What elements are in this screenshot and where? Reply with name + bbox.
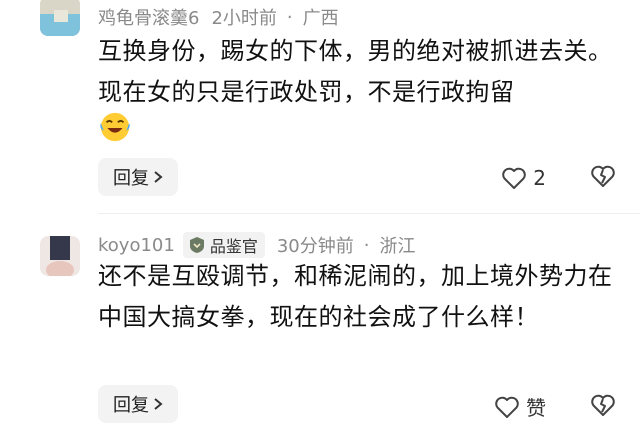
comment-text-content: 还不是互殴调节，和稀泥闹的，加上境外势力在中国大搞女拳，现在的社会成了什么样！ (98, 262, 613, 331)
comment-text: 还不是互殴调节，和稀泥闹的，加上境外势力在中国大搞女拳，现在的社会成了什么样！ (98, 256, 618, 338)
username[interactable]: 鸡龟骨滚羹6 (98, 4, 199, 30)
avatar[interactable] (40, 0, 80, 36)
badge-icon (189, 237, 204, 253)
like-button[interactable]: 赞 (494, 392, 546, 421)
avatar[interactable] (40, 236, 80, 276)
username[interactable]: koyo101 (98, 235, 175, 256)
reply-label: 回复 (113, 395, 149, 416)
reply-button[interactable]: 回复 (98, 385, 178, 423)
like-label: 赞 (526, 396, 546, 420)
comment-text-content: 互换身份，踢女的下体，男的绝对被抓进去关。现在女的只是行政处罚，不是行政拘留 (98, 37, 613, 106)
dislike-button[interactable] (590, 393, 616, 421)
reply-button[interactable]: 回复 (98, 158, 178, 196)
badge-label: 品鉴官 (209, 237, 258, 256)
location: 浙江 (379, 236, 416, 257)
meta-separator: · (363, 234, 370, 256)
location: 广西 (302, 8, 339, 29)
heart-outline-icon (495, 396, 519, 418)
comment-actions: 赞 (494, 392, 616, 421)
broken-heart-icon (591, 394, 615, 416)
comment-meta: koyo101 品鉴官 30分钟前 · 浙江 (98, 232, 415, 258)
reply-label: 回复 (113, 168, 149, 189)
comment-text: 互换身份，踢女的下体，男的绝对被抓进去关。现在女的只是行政处罚，不是行政拘留 (98, 31, 618, 113)
comment-actions: 2 (501, 164, 616, 192)
broken-heart-icon (591, 165, 615, 187)
timestamp: 30分钟前 (276, 236, 354, 257)
meta-separator: · (286, 6, 293, 28)
timestamp: 2小时前 (211, 8, 277, 29)
dislike-button[interactable] (590, 164, 616, 192)
avatar-image (40, 0, 80, 36)
laughing-crying-face-icon (100, 112, 130, 142)
like-count: 2 (533, 166, 546, 190)
like-button[interactable]: 2 (501, 166, 546, 190)
chevron-right-icon (154, 171, 163, 183)
heart-outline-icon (502, 167, 527, 189)
avatar-image (40, 236, 80, 276)
badge[interactable]: 品鉴官 (182, 232, 265, 258)
comment-meta: 鸡龟骨滚羹6 2小时前 · 广西 (98, 4, 339, 30)
comment-divider (98, 213, 640, 214)
chevron-right-icon (154, 398, 163, 410)
